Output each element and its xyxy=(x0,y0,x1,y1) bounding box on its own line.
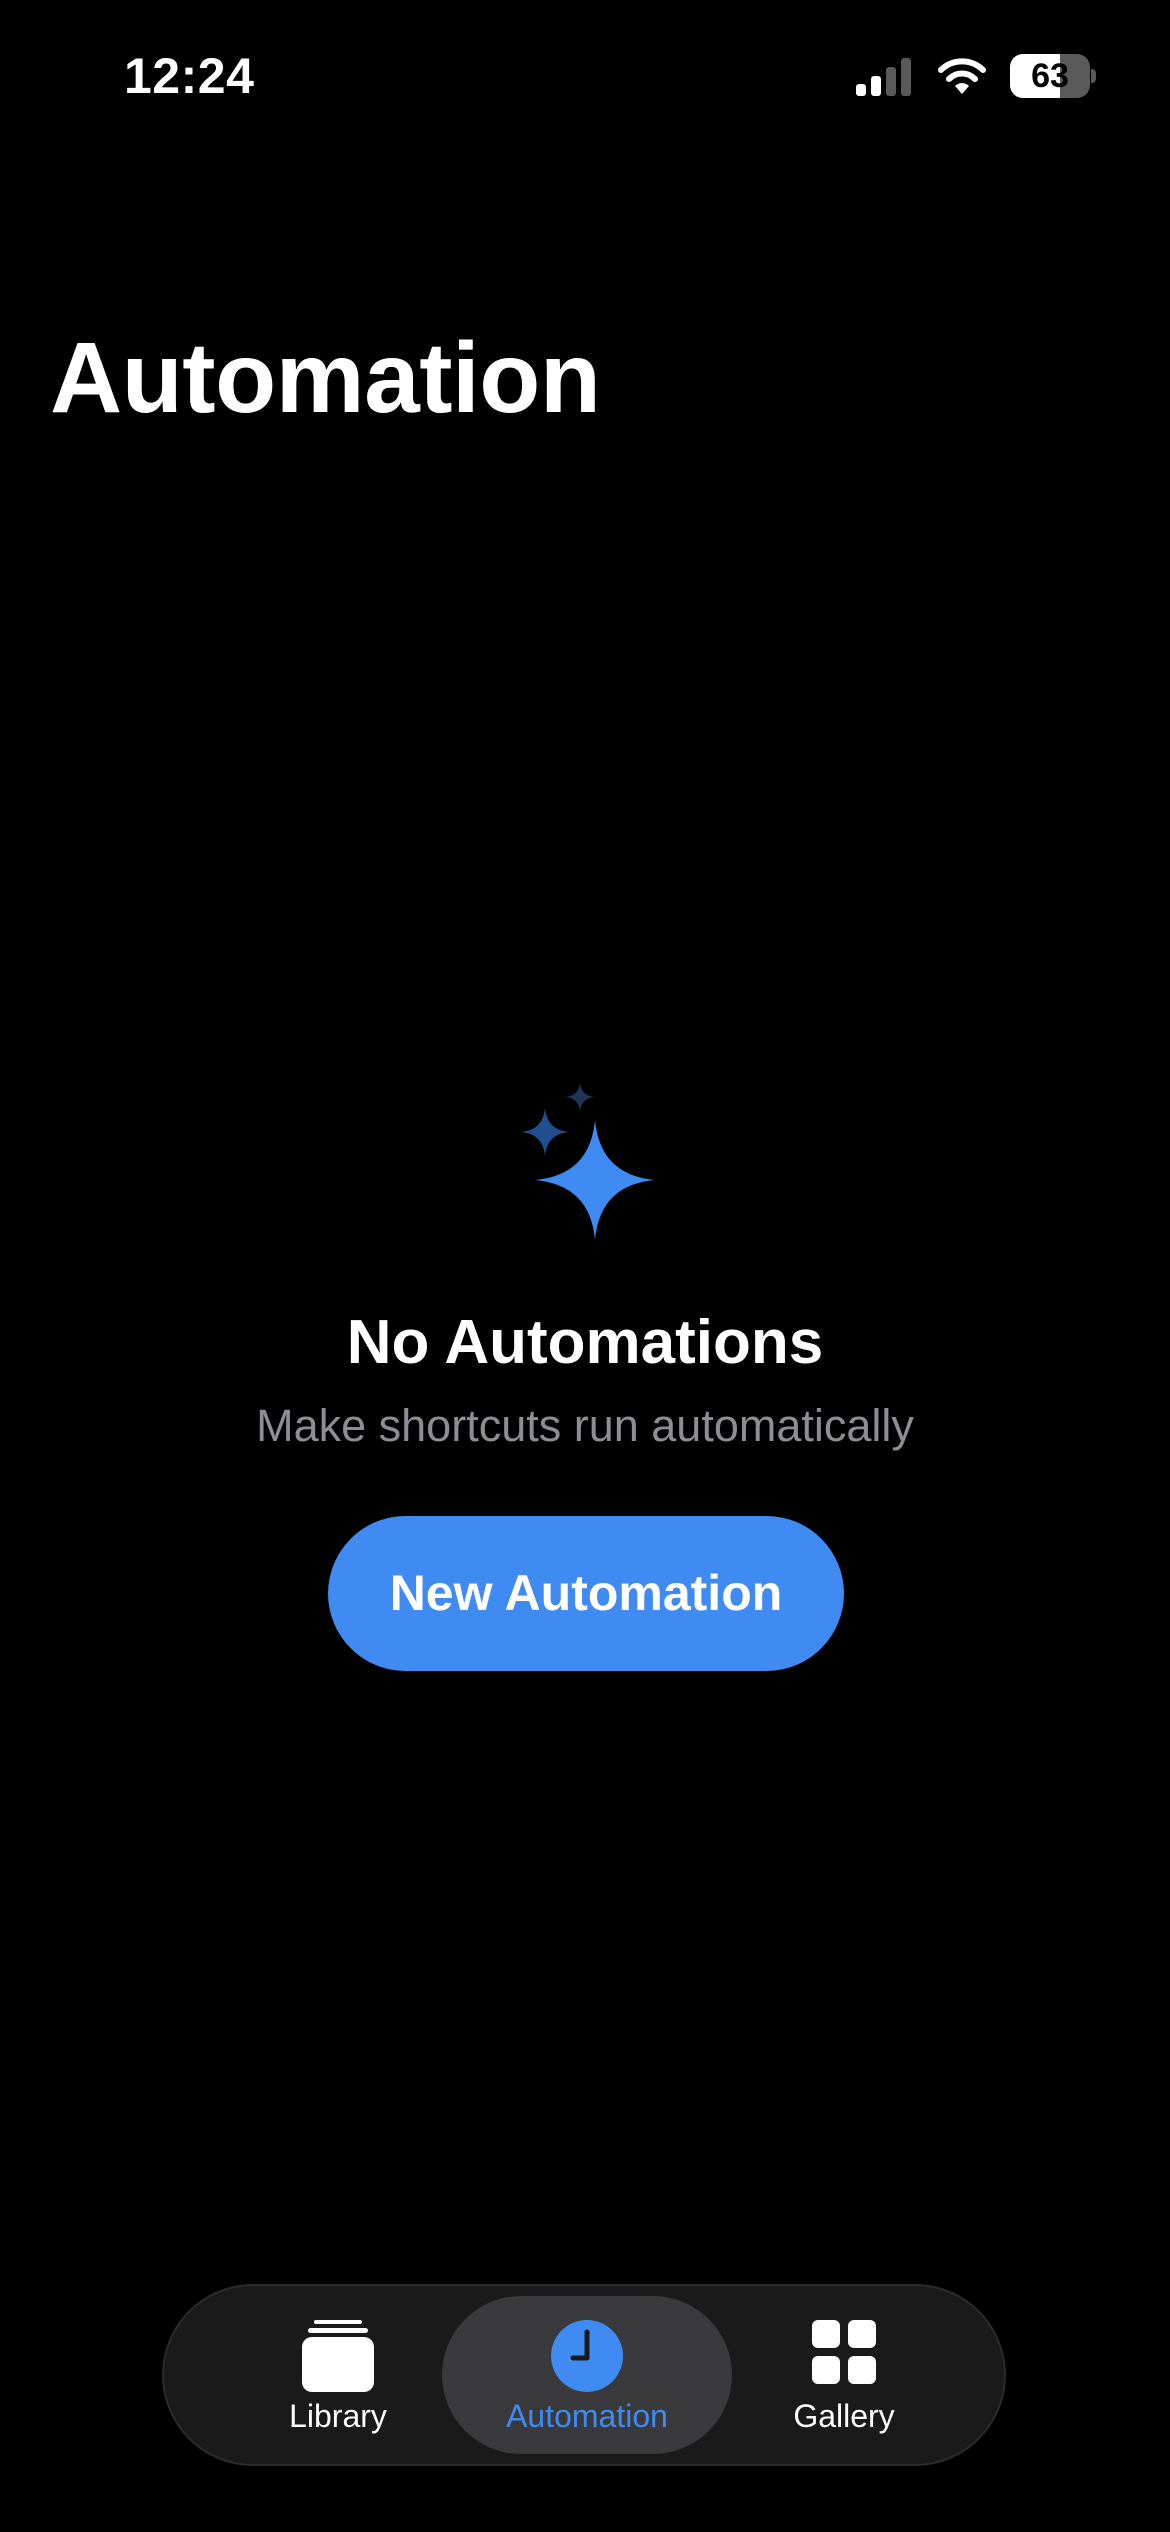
library-stack-icon xyxy=(300,2318,376,2394)
tab-label-gallery: Gallery xyxy=(793,2398,895,2434)
tab-library[interactable]: Library xyxy=(230,2296,446,2454)
grid-icon xyxy=(810,2318,878,2386)
tab-label-automation: Automation xyxy=(506,2398,668,2434)
page-title: Automation xyxy=(50,322,601,434)
tab-bar: Library Automation Gallery xyxy=(162,2284,1006,2466)
tab-gallery[interactable]: Gallery xyxy=(736,2296,952,2454)
wifi-icon xyxy=(936,56,988,96)
sparkles-icon xyxy=(510,1078,660,1248)
empty-state-title: No Automations xyxy=(346,1308,824,1377)
clock-icon xyxy=(549,2318,625,2394)
battery-level: 63 xyxy=(1031,57,1069,95)
battery-icon: 63 xyxy=(1010,54,1096,98)
status-time: 12:24 xyxy=(124,48,255,104)
cellular-signal-icon xyxy=(856,56,914,96)
tab-automation[interactable]: Automation xyxy=(442,2296,732,2454)
tab-label-library: Library xyxy=(289,2398,387,2434)
new-automation-button[interactable]: New Automation xyxy=(328,1516,844,1671)
status-icons: 63 xyxy=(856,52,1096,100)
empty-state-subtitle: Make shortcuts run automatically xyxy=(256,1400,914,1451)
